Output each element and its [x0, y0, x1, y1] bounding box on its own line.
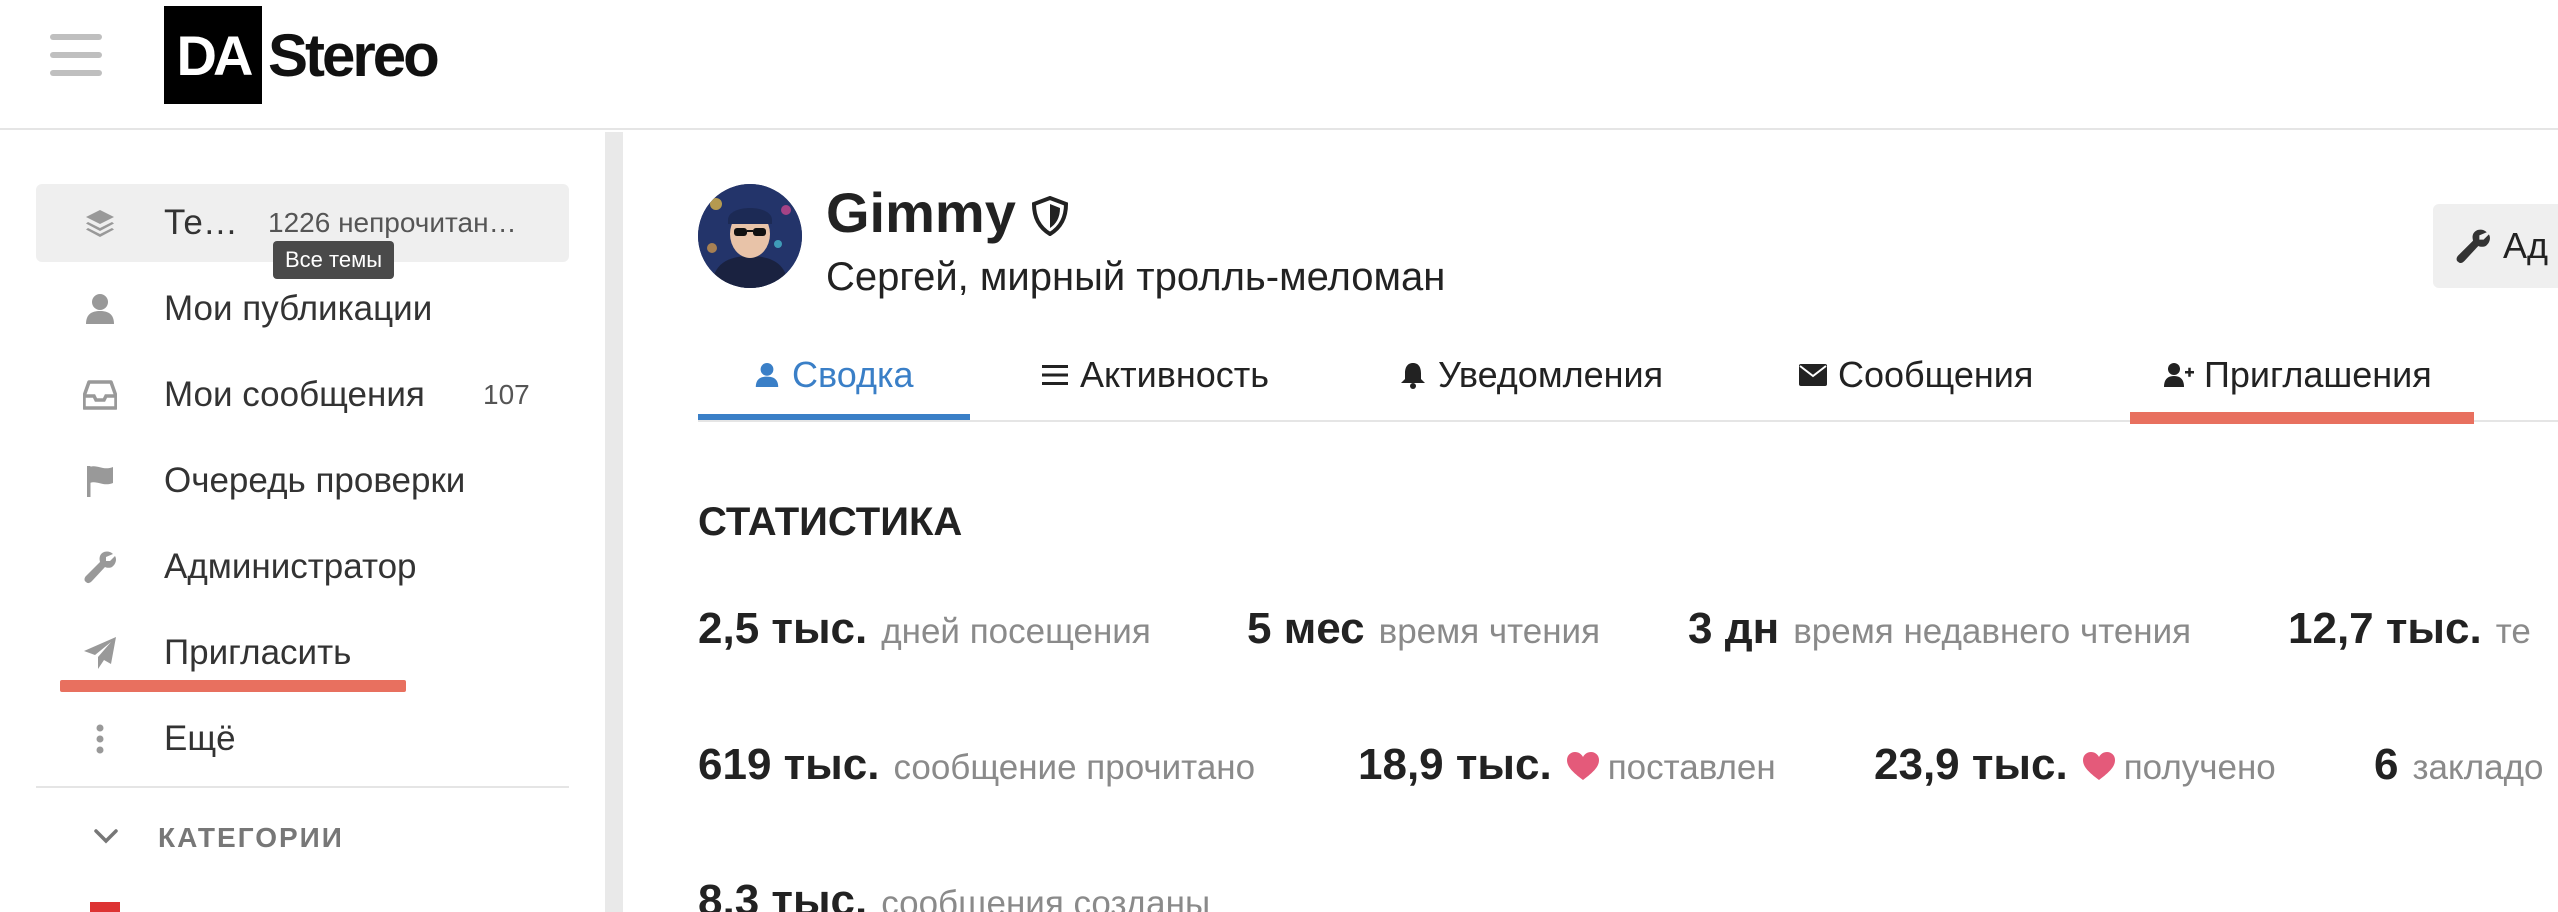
sidebar-item-label: Мои сообщения	[164, 375, 425, 414]
hamburger-menu-icon[interactable]	[50, 34, 102, 76]
envelope-icon	[1798, 360, 1828, 390]
stat-value: 3 дн	[1688, 604, 1780, 653]
stat-value: 619 тыс.	[698, 740, 880, 789]
tab-label: Сообщения	[1838, 354, 2034, 395]
stat-posts-read: 619 тыс. сообщение прочитано	[698, 740, 1255, 790]
logo-stereo: Stereo	[268, 21, 440, 89]
sidebar-item-count: 107	[483, 379, 530, 410]
shield-icon	[1031, 196, 1069, 236]
top-header: DA Stereo	[0, 0, 2558, 130]
stat-recent-read-time: 3 дн время недавнего чтения	[1688, 604, 2191, 654]
stat-posts-created: 8,3 тыс. сообщения созданы	[698, 876, 1210, 912]
highlight-underline-invite	[60, 680, 406, 692]
sidebar-divider	[36, 786, 569, 788]
profile-tabs: Сводка Активность Уведомления Сообщения …	[698, 330, 2558, 422]
stat-label: время недавнего чтения	[1793, 612, 2192, 651]
profile-full-name: Сергей, мирный тролль-меломан	[826, 255, 1446, 299]
sidebar-item-label: Пригласить	[164, 633, 352, 672]
sidebar-item-count: 1226 непрочитан…	[268, 207, 517, 238]
highlight-underline-invites-tab	[2130, 412, 2474, 424]
heart-icon	[2082, 752, 2115, 780]
sidebar-item-label: Ещё	[164, 719, 236, 758]
sidebar-item-admin[interactable]: Администратор	[36, 528, 569, 606]
sidebar-item-label: Те…	[164, 203, 238, 242]
sidebar-item-label: Очередь проверки	[164, 461, 466, 500]
tab-label: Уведомления	[1438, 354, 1664, 395]
stat-bookmarks: 6 закладо	[2374, 740, 2543, 790]
tab-notifications[interactable]: Уведомления	[1398, 330, 1663, 420]
wrench-icon	[2456, 229, 2490, 264]
tab-invites[interactable]: Приглашения	[2164, 330, 2432, 420]
sidebar-item-review-queue[interactable]: Очередь проверки	[36, 442, 569, 520]
tab-summary[interactable]: Сводка	[752, 330, 914, 420]
tab-activity[interactable]: Активность	[1040, 330, 1269, 420]
profile-username: Gimmy	[826, 181, 1016, 244]
stat-label: те	[2495, 612, 2531, 651]
stat-value: 18,9 тыс.	[1358, 740, 1552, 789]
sidebar-item-label: Администратор	[164, 547, 417, 586]
stat-value: 5 мес	[1247, 604, 1365, 653]
stats-heading: СТАТИСТИКА	[698, 500, 963, 544]
sidebar-scrollbar[interactable]	[605, 132, 623, 912]
admin-button-label: Ад	[2503, 225, 2549, 266]
ellipsis-vertical-icon	[82, 721, 118, 757]
bell-icon	[1398, 360, 1428, 390]
stat-value: 6	[2374, 740, 2399, 789]
tab-active-indicator	[698, 414, 970, 420]
stat-label: дней посещения	[881, 612, 1151, 651]
site-logo[interactable]: DA Stereo	[164, 6, 440, 104]
stat-days-visited: 2,5 тыс. дней посещения	[698, 604, 1151, 654]
layers-icon	[82, 205, 118, 241]
categories-heading[interactable]: КАТЕГОРИИ	[158, 822, 344, 854]
user-icon	[82, 291, 118, 327]
admin-button[interactable]: Ад	[2433, 204, 2558, 288]
logo-da: DA	[164, 6, 262, 104]
tab-label: Сводка	[792, 354, 914, 395]
stat-label: время чтения	[1378, 612, 1601, 651]
user-plus-icon	[2164, 360, 2194, 390]
user-icon	[752, 360, 782, 390]
avatar[interactable]	[698, 184, 802, 288]
stat-label: закладо	[2412, 748, 2544, 787]
stat-topics-viewed: 12,7 тыс. те	[2288, 604, 2531, 654]
flag-icon	[82, 463, 118, 499]
tab-label: Приглашения	[2204, 354, 2432, 395]
sidebar-item-my-messages[interactable]: Мои сообщения 107	[36, 356, 569, 434]
stat-value: 2,5 тыс.	[698, 604, 868, 653]
sidebar-item-label: Мои публикации	[164, 289, 433, 328]
stat-label: сообщения созданы	[881, 884, 1211, 912]
stat-likes-given: 18,9 тыс. поставлен	[1358, 740, 1776, 790]
stat-value: 23,9 тыс.	[1874, 740, 2068, 789]
sidebar-item-my-posts[interactable]: Мои публикации	[36, 270, 569, 348]
stat-label: получено	[2123, 748, 2276, 787]
wrench-icon	[82, 549, 118, 585]
heart-icon	[1566, 752, 1599, 780]
stat-likes-received: 23,9 тыс. получено	[1874, 740, 2276, 790]
list-icon	[1040, 360, 1070, 390]
stat-read-time: 5 мес время чтения	[1247, 604, 1600, 654]
stat-value: 12,7 тыс.	[2288, 604, 2482, 653]
sidebar-item-more[interactable]: Ещё	[36, 700, 569, 778]
paper-plane-icon	[82, 635, 118, 671]
tab-messages[interactable]: Сообщения	[1798, 330, 2033, 420]
stat-label: сообщение прочитано	[893, 748, 1256, 787]
stat-label: поставлен	[1607, 748, 1776, 787]
category-color-badge	[90, 902, 120, 912]
inbox-icon	[82, 377, 118, 413]
tab-label: Активность	[1080, 354, 1270, 395]
chevron-down-icon[interactable]	[92, 822, 120, 850]
stat-value: 8,3 тыс.	[698, 876, 868, 912]
